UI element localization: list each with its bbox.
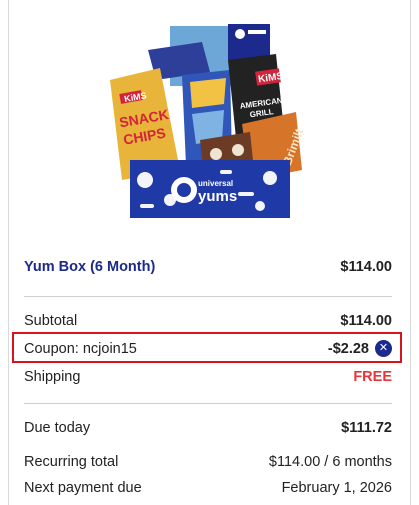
product-image: KiMS SNACK CHIPS KiMS AMERICAN GRILL Bri…	[100, 20, 320, 225]
recurring-label: Recurring total	[24, 454, 119, 470]
coupon-value-group: -$2.28 ✕	[328, 340, 392, 357]
coupon-row: Coupon: ncjoin15 -$2.28 ✕	[24, 340, 392, 357]
svg-text:yums: yums	[198, 188, 237, 205]
panel-right-border	[410, 0, 411, 505]
next-payment-value: February 1, 2026	[281, 480, 392, 496]
product-name: Yum Box (6 Month)	[24, 259, 156, 275]
shipping-label: Shipping	[24, 369, 81, 385]
shipping-value: FREE	[353, 369, 392, 385]
subtotal-row: Subtotal $114.00	[24, 313, 392, 329]
recurring-row: Recurring total $114.00 / 6 months	[24, 454, 392, 470]
svg-text:KiMS: KiMS	[258, 71, 285, 85]
shipping-row: Shipping FREE	[24, 369, 392, 385]
recurring-value: $114.00 / 6 months	[268, 454, 392, 470]
product-line: Yum Box (6 Month) $114.00	[24, 259, 392, 275]
coupon-label: Coupon: ncjoin15	[24, 340, 137, 357]
next-payment-row: Next payment due February 1, 2026	[24, 480, 392, 496]
panel-left-border	[8, 0, 9, 505]
product-price: $114.00	[340, 259, 392, 275]
due-today-label: Due today	[24, 420, 91, 436]
coupon-discount-value: -$2.28	[327, 340, 369, 357]
subtotal-label: Subtotal	[24, 313, 78, 329]
remove-coupon-icon[interactable]: ✕	[375, 340, 392, 357]
svg-text:universal: universal	[198, 179, 233, 188]
subtotal-value: $114.00	[340, 313, 392, 329]
next-payment-label: Next payment due	[24, 480, 142, 496]
due-today-value: $111.72	[341, 420, 392, 436]
divider-top	[24, 296, 392, 297]
divider-bottom	[24, 403, 392, 404]
due-today-row: Due today $111.72	[24, 420, 392, 436]
